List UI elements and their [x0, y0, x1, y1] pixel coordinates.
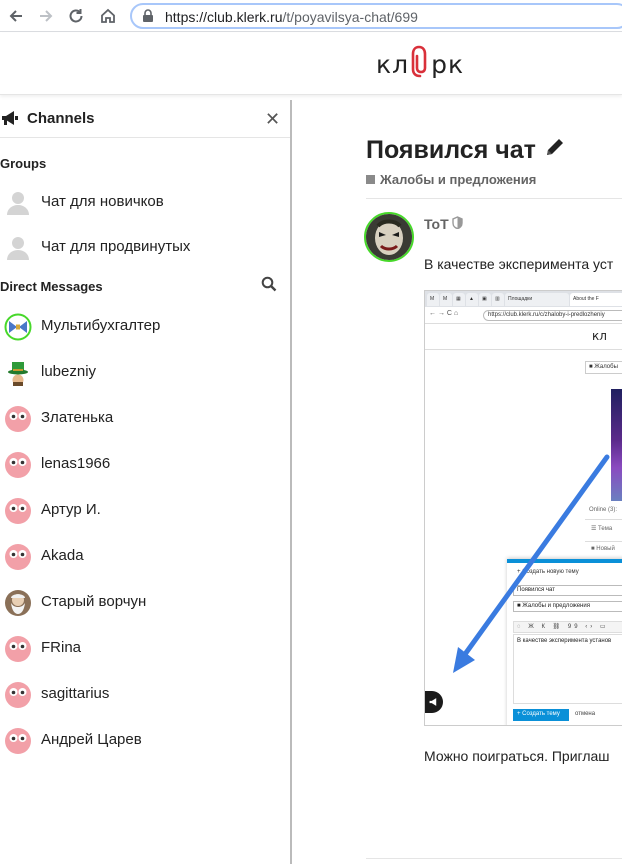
- category-square-icon: [366, 175, 375, 184]
- groups-heading: Groups: [0, 156, 47, 171]
- dm-item[interactable]: Мультибухгалтер: [0, 306, 290, 346]
- user-placeholder-icon: [4, 234, 32, 262]
- channel-label: Чат для продвинутых: [41, 238, 191, 255]
- divider: [366, 858, 622, 859]
- default-face-avatar: [4, 635, 32, 663]
- post-username[interactable]: ToT: [424, 216, 463, 232]
- channel-item[interactable]: Чат для продвинутых: [0, 227, 290, 267]
- dm-item[interactable]: Старый ворчун: [0, 582, 290, 622]
- default-face-avatar: [4, 727, 32, 755]
- shield-icon: [451, 216, 463, 232]
- annotation-arrow-icon: [453, 454, 610, 673]
- dm-label: Златенька: [41, 409, 114, 426]
- embedded-screenshot[interactable]: M M ▦ ▲ ▣ ▥ Площадки About the F ← → C ⌂…: [424, 290, 622, 726]
- post-avatar[interactable]: [364, 212, 414, 262]
- dm-label: Андрей Царев: [41, 731, 142, 748]
- dm-item[interactable]: lenas1966: [0, 444, 290, 484]
- site-logo[interactable]: кл рк: [376, 44, 465, 84]
- direct-messages-heading: Direct Messages: [0, 279, 103, 294]
- dm-label: Akada: [41, 547, 84, 564]
- dm-item[interactable]: Артур И.: [0, 490, 290, 530]
- dm-label: Мультибухгалтер: [41, 317, 161, 334]
- post-text: Можно поиграться. Приглаш: [424, 748, 610, 764]
- user-placeholder-icon: [4, 189, 32, 217]
- dm-label: lubezniy: [41, 363, 97, 380]
- bowtie-avatar: [4, 313, 32, 341]
- topic-title-text: Появился чат: [366, 136, 536, 164]
- dm-item[interactable]: lubezniy: [0, 352, 290, 392]
- dm-label: FRina: [41, 639, 82, 656]
- dm-label: Артур И.: [41, 501, 101, 518]
- old-man-avatar: [4, 589, 32, 617]
- divider: [366, 198, 622, 199]
- default-face-avatar: [4, 497, 32, 525]
- default-face-avatar: [4, 405, 32, 433]
- topic-main: Появился чат Жалобы и предложения ToT В …: [293, 100, 622, 864]
- sidebar-header: Channels ✕: [0, 100, 290, 138]
- logo-text-right: рк: [431, 49, 465, 79]
- default-face-avatar: [4, 543, 32, 571]
- logo-text-left: кл: [376, 49, 410, 79]
- dm-item[interactable]: sagittarius: [0, 674, 290, 714]
- site-header: кл рк: [0, 33, 622, 95]
- dm-item[interactable]: Златенька: [0, 398, 290, 438]
- chat-sidebar: Channels ✕ Groups Чат для новичков Чат д…: [0, 100, 292, 864]
- topic-category[interactable]: Жалобы и предложения: [366, 172, 536, 187]
- address-url: https://club.klerk.ru/t/poyavilsya-chat/…: [165, 9, 418, 25]
- username-text: ToT: [424, 216, 449, 232]
- lock-icon: [142, 9, 154, 28]
- forward-icon[interactable]: [34, 4, 58, 28]
- dm-item[interactable]: FRina: [0, 628, 290, 668]
- megaphone-icon: [1, 110, 19, 131]
- reload-icon[interactable]: [64, 4, 88, 28]
- hat-avatar: [4, 359, 32, 387]
- dm-label: sagittarius: [41, 685, 110, 702]
- dm-item[interactable]: Akada: [0, 536, 290, 576]
- dm-label: Старый ворчун: [41, 593, 147, 610]
- topic-title: Появился чат: [366, 136, 566, 165]
- address-bar[interactable]: https://club.klerk.ru/t/poyavilsya-chat/…: [130, 3, 622, 29]
- pencil-icon[interactable]: [544, 136, 566, 165]
- home-icon[interactable]: [96, 4, 120, 28]
- browser-toolbar: https://club.klerk.ru/t/poyavilsya-chat/…: [0, 0, 622, 32]
- default-face-avatar: [4, 681, 32, 709]
- dm-label: lenas1966: [41, 455, 111, 472]
- category-label: Жалобы и предложения: [380, 172, 537, 187]
- default-face-avatar: [4, 451, 32, 479]
- channel-item[interactable]: Чат для новичков: [0, 182, 290, 222]
- dm-item[interactable]: Андрей Царев: [0, 720, 290, 760]
- paperclip-logo-icon: [410, 44, 430, 84]
- close-icon[interactable]: ✕: [265, 109, 280, 130]
- post-text: В качестве эксперимента уст: [424, 256, 614, 272]
- back-icon[interactable]: [4, 4, 28, 28]
- search-icon[interactable]: [261, 276, 277, 297]
- sidebar-title: Channels: [27, 110, 95, 127]
- channel-label: Чат для новичков: [41, 193, 164, 210]
